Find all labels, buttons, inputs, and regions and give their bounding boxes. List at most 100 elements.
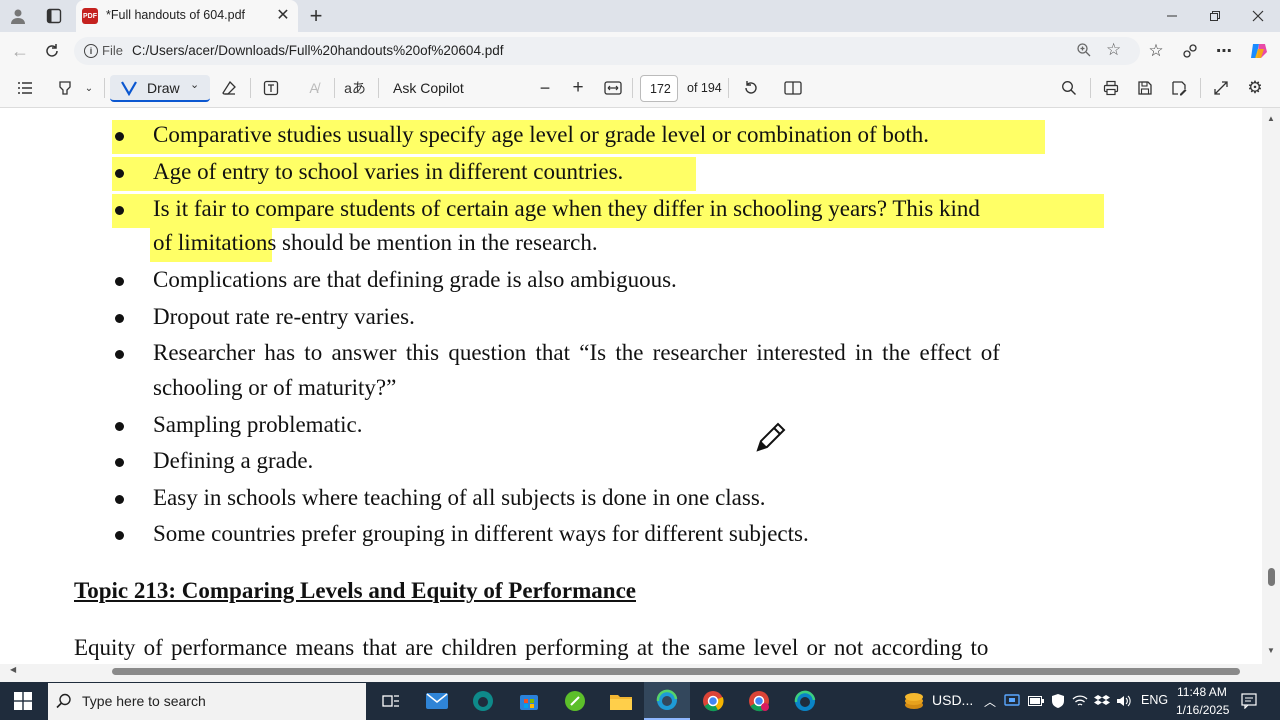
- copilot-icon[interactable]: [1246, 39, 1272, 63]
- tray-app-icon[interactable]: [1002, 682, 1022, 720]
- page-view-icon[interactable]: [782, 77, 804, 99]
- back-icon[interactable]: ←: [8, 39, 32, 63]
- list-item: Complications are that defining grade is…: [153, 267, 677, 292]
- notifications-icon[interactable]: [1238, 682, 1260, 720]
- page-number-input[interactable]: 172: [640, 75, 678, 102]
- clock-time[interactable]: 11:48 AM: [1177, 685, 1227, 699]
- text-format-icon: A̸: [309, 80, 319, 96]
- chevron-down-icon[interactable]: ⌄: [82, 79, 96, 97]
- highlight-tool-icon[interactable]: [54, 77, 76, 99]
- fullscreen-icon[interactable]: [1210, 77, 1232, 99]
- list-item: Is it fair to compare students of certai…: [153, 196, 980, 221]
- scrollbar-thumb[interactable]: [1268, 568, 1275, 586]
- settings-gear-icon[interactable]: ⚙: [1244, 77, 1266, 99]
- dropbox-icon[interactable]: [1092, 682, 1112, 720]
- favorites-icon[interactable]: ☆: [1144, 39, 1168, 63]
- eraser-icon[interactable]: [218, 77, 240, 99]
- search-icon: [56, 693, 72, 714]
- language-indicator[interactable]: ENG: [1141, 693, 1168, 707]
- store-icon[interactable]: [514, 682, 544, 720]
- scroll-left-arrow-icon[interactable]: ◀: [10, 665, 16, 674]
- volume-icon[interactable]: [1114, 682, 1134, 720]
- task-view-icon[interactable]: [376, 682, 406, 720]
- read-aloud-icon[interactable]: aあ: [343, 77, 367, 99]
- chrome-profile-icon[interactable]: [744, 682, 774, 720]
- save-icon[interactable]: [1134, 77, 1156, 99]
- vertical-scrollbar[interactable]: ▲ ▼: [1262, 108, 1280, 664]
- rotate-icon[interactable]: [740, 77, 762, 99]
- pdf-page[interactable]: Comparative studies usually specify age …: [0, 108, 1262, 664]
- currency-widget-icon[interactable]: [902, 682, 926, 720]
- bullet: [115, 350, 124, 359]
- horizontal-scrollbar[interactable]: ◀: [0, 664, 1262, 678]
- pdf-icon: PDF: [82, 8, 98, 24]
- bullet: [115, 277, 124, 286]
- divider: [1090, 78, 1091, 98]
- list-item-continued: schooling or of maturity?”: [153, 375, 397, 400]
- minimize-icon[interactable]: [1160, 4, 1184, 28]
- draw-button[interactable]: Draw ⌄: [110, 75, 210, 102]
- zoom-in-icon[interactable]: +: [567, 77, 589, 99]
- tab-actions-icon[interactable]: [42, 4, 66, 28]
- text-box-icon[interactable]: [260, 77, 282, 99]
- green-app-icon[interactable]: [560, 682, 590, 720]
- taskbar-search-box[interactable]: Type here to search: [48, 683, 366, 720]
- show-hidden-icons-icon[interactable]: ︿: [982, 682, 998, 720]
- new-tab-icon[interactable]: +: [304, 3, 328, 29]
- page-number-value: 172: [650, 82, 671, 96]
- list-item: Researcher has to answer this question t…: [153, 340, 1000, 365]
- divider: [334, 78, 335, 98]
- zoom-icon[interactable]: [1076, 42, 1094, 60]
- restore-icon[interactable]: [1203, 4, 1227, 28]
- more-menu-icon[interactable]: ⋯: [1212, 39, 1236, 63]
- favorite-star-icon[interactable]: ☆: [1106, 40, 1121, 60]
- close-tab-icon[interactable]: ✕: [274, 7, 292, 25]
- tab-pdf[interactable]: PDF *Full handouts of 604.pdf ✕: [76, 0, 298, 32]
- zoom-out-icon[interactable]: −: [534, 77, 556, 99]
- info-icon[interactable]: i: [84, 44, 98, 58]
- extensions-icon[interactable]: [1178, 39, 1202, 63]
- ask-copilot-button[interactable]: Ask Copilot: [393, 80, 464, 96]
- security-shield-icon[interactable]: [1048, 682, 1068, 720]
- currency-widget-label[interactable]: USD...: [932, 692, 973, 708]
- divider: [1200, 78, 1201, 98]
- bullet: [115, 458, 124, 467]
- edge-dev-icon[interactable]: [468, 682, 498, 720]
- close-window-icon[interactable]: [1246, 4, 1270, 28]
- title-bar: PDF *Full handouts of 604.pdf ✕ +: [0, 0, 1280, 32]
- bullet: [115, 314, 124, 323]
- paragraph: Equity of performance means that are chi…: [74, 635, 989, 660]
- pen-cursor-icon: [754, 420, 788, 454]
- battery-icon[interactable]: [1026, 682, 1046, 720]
- chrome-icon[interactable]: [698, 682, 728, 720]
- list-item: Some countries prefer grouping in differ…: [153, 521, 809, 546]
- draw-label: Draw: [147, 80, 180, 96]
- wifi-icon[interactable]: [1070, 682, 1090, 720]
- scroll-down-arrow-icon[interactable]: ▼: [1267, 646, 1275, 655]
- scroll-up-arrow-icon[interactable]: ▲: [1267, 114, 1275, 123]
- list-item: Dropout rate re-entry varies.: [153, 304, 415, 329]
- divider: [250, 78, 251, 98]
- bullet: [115, 132, 124, 141]
- edge-icon-active[interactable]: [644, 682, 690, 720]
- refresh-icon[interactable]: [40, 39, 64, 63]
- list-item: Defining a grade.: [153, 448, 314, 473]
- file-explorer-icon[interactable]: [606, 682, 636, 720]
- list-item: Age of entry to school varies in differe…: [153, 159, 624, 184]
- clock-date[interactable]: 1/16/2025: [1176, 703, 1229, 717]
- edge-profile-icon[interactable]: [790, 682, 820, 720]
- address-field[interactable]: i File C:/Users/acer/Downloads/Full%20ha…: [74, 37, 1140, 65]
- contents-icon[interactable]: [14, 77, 36, 99]
- list-item: Sampling problematic.: [153, 412, 363, 437]
- save-as-icon[interactable]: [1168, 77, 1190, 99]
- mail-icon[interactable]: [422, 682, 452, 720]
- list-item: Comparative studies usually specify age …: [153, 122, 930, 147]
- bullet: [115, 531, 124, 540]
- scrollbar-thumb[interactable]: [112, 668, 1240, 675]
- windows-start-icon[interactable]: [8, 682, 38, 720]
- tab-title: *Full handouts of 604.pdf: [106, 8, 245, 22]
- search-icon[interactable]: [1058, 77, 1080, 99]
- profile-icon[interactable]: [6, 4, 30, 28]
- print-icon[interactable]: [1100, 77, 1122, 99]
- fit-page-icon[interactable]: [602, 77, 624, 99]
